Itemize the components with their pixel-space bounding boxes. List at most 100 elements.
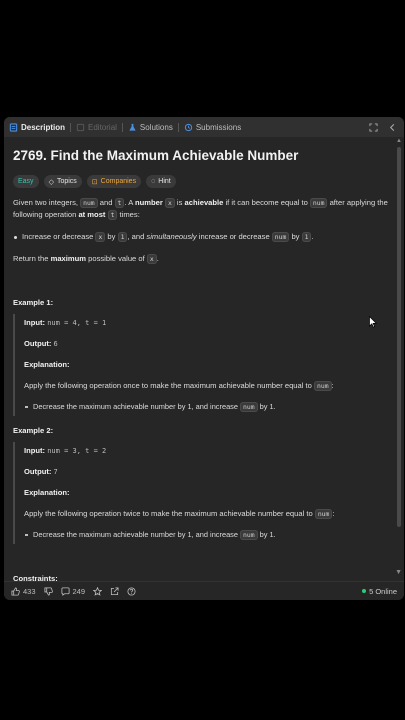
companies-tag[interactable]: ⊡ Companies — [86, 175, 142, 188]
example-1-output: Output: 6 — [24, 338, 391, 350]
example-1-title: Example 1: — [13, 298, 54, 307]
topics-tag[interactable]: ◇ Topics — [43, 175, 82, 188]
text: is — [174, 198, 185, 207]
problem-content: 2769. Find the Maximum Achievable Number… — [13, 147, 391, 583]
difficulty-badge[interactable]: Easy — [13, 175, 39, 188]
example-1-input: Input: num = 4, t = 1 — [24, 317, 391, 329]
inline-code: 1 — [117, 232, 128, 242]
tab-editorial[interactable]: Editorial — [71, 117, 122, 137]
description-paragraph: Given two integers, num and t. A number … — [13, 197, 391, 221]
like-button[interactable]: 433 — [11, 587, 36, 596]
online-dot — [362, 589, 367, 593]
tab-solutions[interactable]: Solutions — [123, 117, 178, 137]
text: Apply the following operation once to ma… — [24, 381, 314, 390]
text: possible value of — [86, 254, 147, 263]
text: and — [97, 198, 115, 207]
flask-icon — [129, 123, 136, 131]
thumbs-up-icon — [11, 586, 20, 596]
star-icon — [93, 586, 103, 596]
help-button[interactable] — [127, 586, 136, 596]
input-label: Input: — [24, 446, 46, 455]
inline-code: t — [107, 210, 118, 220]
output-label: Output: — [24, 467, 52, 476]
inline-code: num — [271, 232, 290, 242]
inline-code: num — [240, 402, 258, 412]
companies-label: Companies — [100, 178, 137, 185]
explanation-label: Explanation: — [24, 360, 70, 369]
text: Return the — [13, 254, 51, 263]
book-icon — [76, 123, 85, 131]
collapse-icon[interactable] — [388, 123, 397, 132]
input-value: num = 3, t = 2 — [47, 447, 107, 455]
comment-count: 249 — [72, 586, 86, 596]
dislike-button[interactable] — [44, 586, 53, 596]
example-1-explanation-label: Explanation: — [24, 359, 391, 371]
example-2-explanation: Apply the following operation twice to m… — [24, 508, 391, 520]
tag-icon: ◇ — [48, 178, 54, 186]
text: Decrease the maximum achievable number b… — [33, 402, 241, 411]
hint-label: Hint — [158, 178, 171, 185]
example-1-block: Input: num = 4, t = 1 Output: 6 Explanat… — [13, 314, 391, 416]
inline-code: num — [314, 509, 333, 519]
inline-code: x — [95, 232, 106, 242]
scrollbar-thumb[interactable] — [397, 147, 401, 527]
example-2-output: Output: 7 — [24, 466, 391, 478]
input-value: num = 4, t = 1 — [47, 319, 107, 327]
tab-editorial-label: Editorial — [88, 122, 117, 132]
history-icon — [184, 123, 192, 131]
output-value: 7 — [53, 468, 58, 476]
scroll-down-arrow[interactable]: ▼ — [395, 569, 402, 576]
comments-button[interactable]: 249 — [61, 586, 86, 596]
tab-submissions[interactable]: Submissions — [179, 117, 246, 137]
text: : — [332, 509, 335, 518]
tab-submissions-label: Submissions — [195, 122, 242, 132]
question-icon — [127, 586, 136, 596]
text: . — [311, 232, 314, 241]
favorite-button[interactable] — [93, 586, 103, 596]
bold-text: number — [134, 198, 163, 207]
text: : — [331, 381, 334, 390]
tab-description[interactable]: Description — [4, 117, 70, 137]
description-icon — [9, 122, 18, 132]
inline-code: num — [314, 381, 332, 391]
text: , and — [127, 232, 147, 241]
share-button[interactable] — [110, 586, 119, 596]
thumbs-down-icon — [44, 586, 53, 596]
topics-label: Topics — [56, 178, 77, 185]
inline-code: x — [164, 198, 175, 208]
panel-actions — [369, 122, 404, 132]
like-count: 433 — [23, 586, 36, 596]
text: by — [289, 232, 302, 241]
text: by 1. — [257, 402, 276, 411]
inline-code: 1 — [301, 232, 312, 242]
text: Decrease the maximum achievable number b… — [33, 530, 241, 539]
online-count: 5 Online — [369, 586, 397, 596]
output-value: 6 — [53, 340, 58, 348]
example-2-title: Example 2: — [13, 426, 54, 435]
inline-code: t — [114, 198, 125, 208]
text: increase or decrease — [196, 232, 272, 241]
scroll-up-arrow[interactable]: ▲ — [396, 138, 402, 144]
bold-text: maximum — [50, 254, 87, 263]
expand-icon[interactable] — [369, 122, 378, 132]
inline-code: num — [240, 530, 258, 540]
tab-bar: Description Editorial Solutions Submissi… — [4, 117, 404, 137]
comment-icon — [61, 586, 70, 596]
text: Apply the following operation twice to m… — [24, 509, 315, 518]
tab-description-label: Description — [21, 122, 66, 132]
tag-row: Easy ◇ Topics ⊡ Companies ◌ Hint — [13, 175, 391, 188]
mouse-cursor-icon — [369, 316, 377, 328]
problem-description: Given two integers, num and t. A number … — [13, 197, 391, 265]
problem-panel: Description Editorial Solutions Submissi… — [4, 117, 404, 600]
text: . A — [124, 198, 135, 207]
example-1-explanation: Apply the following operation once to ma… — [24, 380, 391, 392]
example-2-block: Input: num = 3, t = 2 Output: 7 Explanat… — [13, 442, 391, 544]
share-icon — [110, 586, 119, 595]
example-2-explanation-label: Explanation: — [24, 487, 391, 499]
text: Given two integers, — [13, 198, 81, 207]
footer-bar: 433 249 5 Online — [4, 581, 404, 600]
text: by — [105, 232, 118, 241]
text: by 1. — [257, 530, 276, 539]
hint-tag[interactable]: ◌ Hint — [146, 175, 176, 188]
inline-code: x — [146, 254, 157, 264]
